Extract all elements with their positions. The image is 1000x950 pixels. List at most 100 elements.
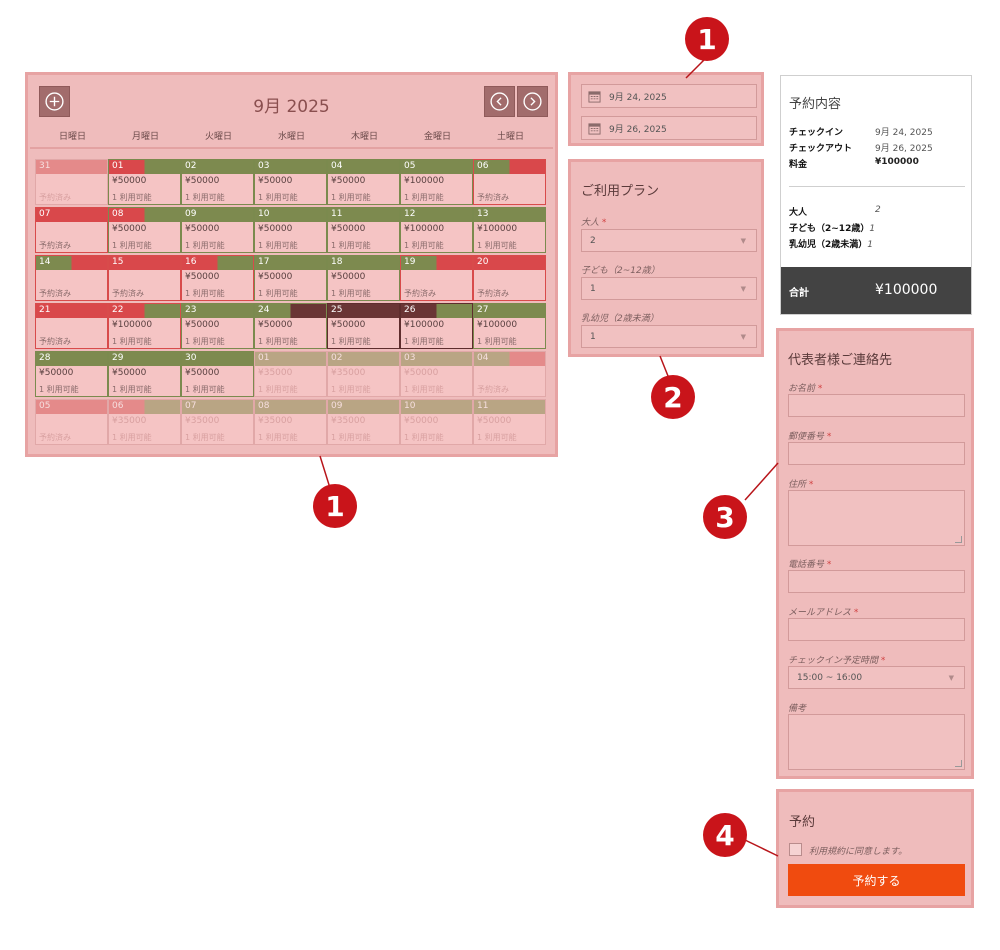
day-number: 09: [185, 209, 197, 219]
calendar-day-cell[interactable]: 05 予約済み: [35, 399, 108, 445]
day-number: 05: [404, 161, 416, 171]
adults-select[interactable]: 2 ▼: [581, 229, 757, 252]
adults-label-text: 大人: [581, 218, 600, 228]
calendar-day-cell[interactable]: 30 ¥50000 1 利用可能: [181, 351, 254, 397]
callout-badge-4: 4: [703, 813, 747, 857]
checkin-time-select[interactable]: 15:00 ~ 16:00 ▼: [788, 666, 965, 689]
name-label: お名前 *: [788, 381, 822, 394]
day-number: 14: [39, 257, 51, 267]
required-mark: *: [853, 608, 859, 618]
calendar-day-cell[interactable]: 15 予約済み: [108, 255, 181, 301]
chevron-down-icon: ▼: [740, 285, 746, 293]
day-status: 1 利用可能: [112, 193, 152, 202]
calendar-day-cell[interactable]: 17 ¥50000 1 利用可能: [254, 255, 327, 301]
calendar-day-cell[interactable]: 10 ¥50000 1 利用可能: [254, 207, 327, 253]
calendar-day-cell[interactable]: 13 ¥100000 1 利用可能: [473, 207, 546, 253]
day-price: ¥35000: [185, 416, 220, 426]
prev-month-button[interactable]: [484, 86, 515, 117]
day-price: ¥50000: [258, 224, 293, 234]
day-status: 1 利用可能: [477, 241, 517, 250]
email-input[interactable]: [788, 618, 965, 641]
summary-children-label-text: 子ども（2~12歳）: [789, 224, 870, 234]
calendar-day-cell[interactable]: 20 予約済み: [473, 255, 546, 301]
name-input[interactable]: [788, 394, 965, 417]
calendar-day-cell[interactable]: 11 ¥50000 1 利用可能: [473, 399, 546, 445]
calendar-day-cell[interactable]: 06 ¥35000 1 利用可能: [108, 399, 181, 445]
calendar-day-cell[interactable]: 07 予約済み: [35, 207, 108, 253]
calendar-day-cell[interactable]: 03 ¥50000 1 利用可能: [400, 351, 473, 397]
calendar-day-cell[interactable]: 11 ¥50000 1 利用可能: [327, 207, 400, 253]
summary-title: 予約内容: [789, 97, 842, 112]
resize-handle-icon[interactable]: [955, 536, 962, 543]
calendar-day-cell[interactable]: 12 ¥100000 1 利用可能: [400, 207, 473, 253]
day-status: 1 利用可能: [185, 289, 225, 298]
reserve-title: 予約: [789, 815, 816, 830]
calendar-day-cell[interactable]: 28 ¥50000 1 利用可能: [35, 351, 108, 397]
day-number: 11: [477, 401, 489, 411]
calendar-day-cell[interactable]: 03 ¥50000 1 利用可能: [254, 159, 327, 205]
calendar-day-cell[interactable]: 04 予約済み: [473, 351, 546, 397]
notes-textarea[interactable]: [788, 714, 965, 770]
agree-terms-label[interactable]: 利用規約に同意します。: [809, 844, 907, 857]
day-number: 26: [404, 305, 416, 315]
calendar-day-cell[interactable]: 22 ¥100000 1 利用可能: [108, 303, 181, 349]
calendar-day-cell[interactable]: 10 ¥50000 1 利用可能: [400, 399, 473, 445]
calendar-day-cell[interactable]: 04 ¥50000 1 利用可能: [327, 159, 400, 205]
zip-label: 郵便番号 *: [788, 429, 831, 442]
phone-label: 電話番号 *: [788, 557, 831, 570]
calendar-day-cell[interactable]: 19 予約済み: [400, 255, 473, 301]
email-label-text: メールアドレス: [788, 608, 852, 618]
day-price: ¥100000: [112, 320, 153, 330]
children-select-value: 1: [590, 284, 596, 294]
calendar-day-cell[interactable]: 26 ¥100000 1 利用可能: [400, 303, 473, 349]
calendar-day-cell[interactable]: 27 ¥100000 1 利用可能: [473, 303, 546, 349]
calendar-day-cell[interactable]: 05 ¥100000 1 利用可能: [400, 159, 473, 205]
calendar-day-cell[interactable]: 07 ¥35000 1 利用可能: [181, 399, 254, 445]
calendar-day-cell[interactable]: 21 予約済み: [35, 303, 108, 349]
day-number: 30: [185, 353, 197, 363]
next-month-button[interactable]: [517, 86, 548, 117]
calendar-day-cell[interactable]: 09 ¥35000 1 利用可能: [327, 399, 400, 445]
day-number: 19: [404, 257, 416, 267]
calendar-day-cell[interactable]: 01 ¥35000 1 利用可能: [254, 351, 327, 397]
calendar-day-cell[interactable]: 31 予約済み: [35, 159, 108, 205]
calendar-day-cell[interactable]: 08 ¥35000 1 利用可能: [254, 399, 327, 445]
day-number: 05: [39, 401, 51, 411]
contact-title: 代表者様ご連絡先: [788, 353, 893, 368]
calendar-day-cell[interactable]: 08 ¥50000 1 利用可能: [108, 207, 181, 253]
address-textarea[interactable]: [788, 490, 965, 546]
day-number: 15: [112, 257, 124, 267]
calendar-day-cell[interactable]: 23 ¥50000 1 利用可能: [181, 303, 254, 349]
day-price: ¥50000: [331, 320, 366, 330]
day-price: ¥35000: [258, 416, 293, 426]
day-status: 1 利用可能: [331, 337, 371, 346]
day-number: 10: [258, 209, 270, 219]
calendar-day-cell[interactable]: 09 ¥50000 1 利用可能: [181, 207, 254, 253]
day-status: 予約済み: [39, 433, 71, 442]
weekday-wed: 水曜日: [277, 132, 305, 142]
calendar-day-cell[interactable]: 29 ¥50000 1 利用可能: [108, 351, 181, 397]
calendar-day-cell[interactable]: 06 予約済み: [473, 159, 546, 205]
summary-infants-label: 乳幼児（2歳未満）1: [789, 237, 873, 250]
calendar-day-cell[interactable]: 14 予約済み: [35, 255, 108, 301]
calendar-day-cell[interactable]: 02 ¥50000 1 利用可能: [181, 159, 254, 205]
calendar-day-cell[interactable]: 25 ¥50000 1 利用可能: [327, 303, 400, 349]
calendar-day-cell[interactable]: 16 ¥50000 1 利用可能: [181, 255, 254, 301]
checkout-date-input[interactable]: 9月 26, 2025: [581, 116, 757, 140]
calendar-day-cell[interactable]: 02 ¥35000 1 利用可能: [327, 351, 400, 397]
reserve-panel: 予約 利用規約に同意します。 予約する: [776, 789, 974, 908]
calendar-day-cell[interactable]: 24 ¥50000 1 利用可能: [254, 303, 327, 349]
day-status: 1 利用可能: [185, 385, 225, 394]
calendar-day-cell[interactable]: 01 ¥50000 1 利用可能: [108, 159, 181, 205]
children-select[interactable]: 1 ▼: [581, 277, 757, 300]
reserve-button[interactable]: 予約する: [788, 864, 965, 896]
agree-terms-checkbox[interactable]: [789, 843, 802, 856]
checkin-date-input[interactable]: 9月 24, 2025: [581, 84, 757, 108]
infants-select[interactable]: 1 ▼: [581, 325, 757, 348]
day-price: ¥50000: [112, 368, 147, 378]
phone-input[interactable]: [788, 570, 965, 593]
resize-handle-icon[interactable]: [955, 760, 962, 767]
zip-input[interactable]: [788, 442, 965, 465]
day-price: ¥50000: [258, 320, 293, 330]
calendar-day-cell[interactable]: 18 ¥50000 1 利用可能: [327, 255, 400, 301]
